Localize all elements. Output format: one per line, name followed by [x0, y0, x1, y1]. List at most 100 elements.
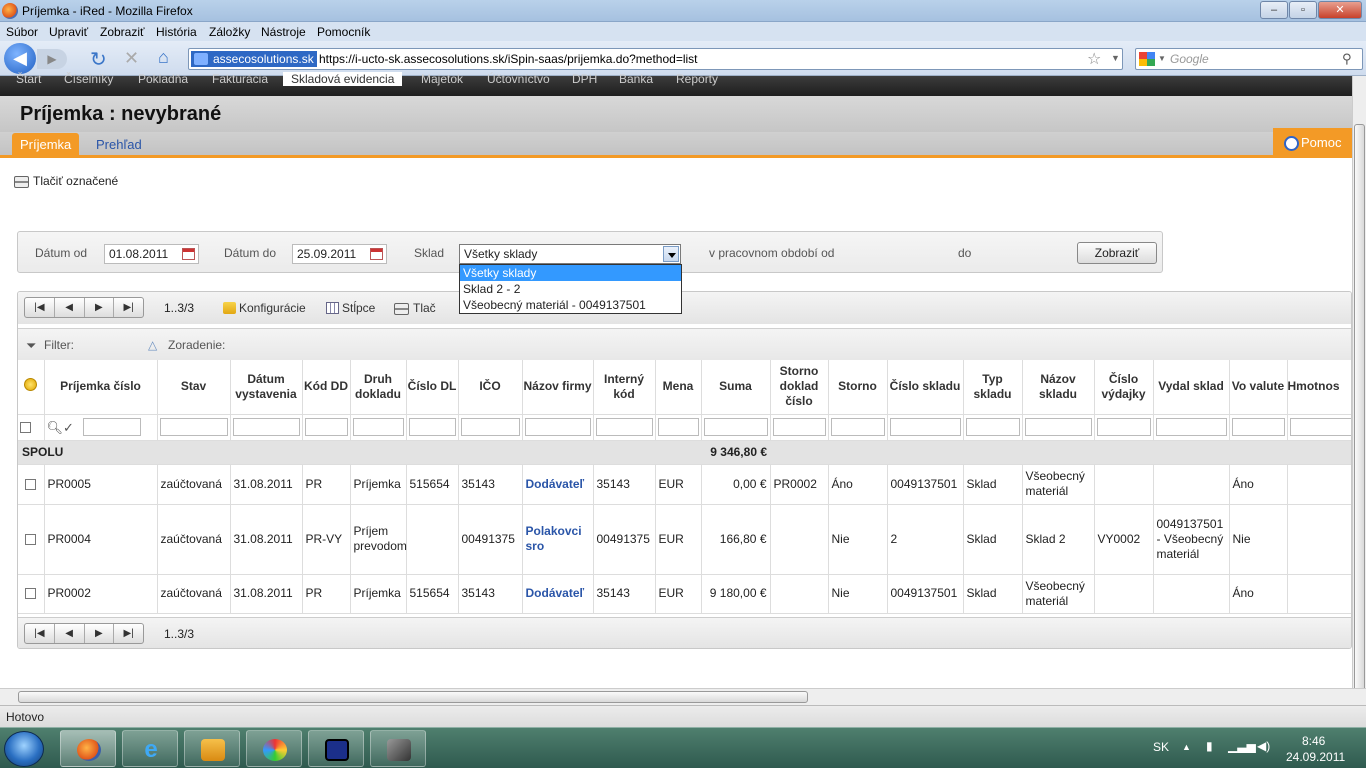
- nav-item-reporty[interactable]: Reporty: [676, 72, 718, 86]
- taskbar-outlook[interactable]: [184, 730, 240, 767]
- nav-item-pokladna[interactable]: Pokladňa: [138, 72, 188, 86]
- filter-input[interactable]: [232, 418, 300, 436]
- configurations-button[interactable]: Konfigurácie: [223, 301, 306, 315]
- url-dropdown-icon[interactable]: ▼: [1111, 53, 1120, 63]
- filter-input[interactable]: [657, 418, 699, 436]
- minimize-button[interactable]: –: [1260, 1, 1288, 19]
- filter-input[interactable]: [1155, 418, 1227, 436]
- menu-bookmarks[interactable]: Záložky: [209, 25, 250, 39]
- col-header-stav[interactable]: Stav: [157, 360, 231, 415]
- warehouse-option[interactable]: Sklad 2 - 2: [460, 281, 681, 297]
- search-icon[interactable]: ⚲: [1342, 51, 1352, 67]
- search-icons[interactable]: 🔍︎✓: [47, 420, 83, 435]
- col-header-storno-doklad[interactable]: Storno doklad číslo: [770, 360, 829, 415]
- search-input[interactable]: Google: [1170, 52, 1209, 66]
- table-row[interactable]: PR0004 zaúčtovaná 31.08.2011 PR-VY Príje…: [18, 504, 1351, 575]
- date-to-field[interactable]: 25.09.2011: [292, 244, 387, 264]
- search-bar[interactable]: ▼ Google ⚲: [1135, 48, 1363, 70]
- col-header-nazov-firmy[interactable]: Názov firmy: [522, 360, 594, 415]
- cell-nazov-firmy-link[interactable]: Polakovci sro: [522, 504, 594, 575]
- home-icon[interactable]: ⌂: [158, 47, 169, 68]
- col-header-kod-dd[interactable]: Kód DD: [302, 360, 351, 415]
- select-all-icon[interactable]: [24, 378, 38, 392]
- filter-input[interactable]: [304, 418, 348, 436]
- filter-input[interactable]: [1096, 418, 1151, 436]
- col-header-cislo-dl[interactable]: Číslo DL: [406, 360, 459, 415]
- company-link[interactable]: Polakovci sro: [526, 524, 582, 553]
- nav-item-ciselniky[interactable]: Číselníky: [64, 72, 113, 86]
- first-page-icon[interactable]: |◀: [25, 298, 55, 317]
- clock-time[interactable]: 8:46: [1302, 734, 1325, 748]
- filter-input[interactable]: [1289, 418, 1351, 436]
- nav-item-dph[interactable]: DPH: [572, 72, 597, 86]
- taskbar-paint[interactable]: [246, 730, 302, 767]
- filter-input[interactable]: [1024, 418, 1092, 436]
- tray-expand-icon[interactable]: ▲: [1182, 742, 1191, 752]
- col-header-cislo-vydajky[interactable]: Číslo výdajky: [1094, 360, 1154, 415]
- filter-input[interactable]: [460, 418, 520, 436]
- clock-date[interactable]: 24.09.2011: [1286, 750, 1345, 764]
- site-identity-badge[interactable]: assecosolutions.sk: [191, 51, 317, 67]
- col-header-vydal-sklad[interactable]: Vydal sklad: [1153, 360, 1230, 415]
- company-link[interactable]: Dodávateľ: [526, 586, 585, 600]
- filter-input[interactable]: [408, 418, 456, 436]
- filter-input[interactable]: [772, 418, 826, 436]
- prev-page-icon[interactable]: ◀: [55, 298, 85, 317]
- taskbar-ie[interactable]: e: [122, 730, 178, 767]
- horizontal-scrollbar[interactable]: [0, 688, 1366, 705]
- first-page-icon[interactable]: |◀: [25, 624, 55, 643]
- nav-item-skladova-evidencia[interactable]: Skladová evidencia: [283, 72, 403, 86]
- cell-nazov-firmy-link[interactable]: Dodávateľ: [522, 574, 594, 614]
- menu-edit[interactable]: Upraviť: [49, 25, 88, 39]
- reload-icon[interactable]: ↻: [90, 47, 107, 72]
- search-engine-dropdown-icon[interactable]: ▼: [1158, 54, 1166, 63]
- filter-input[interactable]: [595, 418, 653, 436]
- print-selected-button[interactable]: Tlačiť označené: [14, 174, 118, 188]
- warehouse-option[interactable]: Všetky sklady: [460, 265, 681, 281]
- sort-triangle-icon[interactable]: △: [148, 338, 157, 352]
- menu-help[interactable]: Pomocník: [317, 25, 370, 39]
- help-button[interactable]: Pomoc: [1273, 128, 1352, 158]
- bookmark-star-icon[interactable]: ☆: [1087, 49, 1101, 69]
- language-indicator[interactable]: SK: [1153, 740, 1169, 754]
- col-header-interny-kod[interactable]: Interný kód: [593, 360, 656, 415]
- select-all-header[interactable]: [18, 360, 45, 415]
- calendar-icon[interactable]: [370, 248, 383, 260]
- col-header-ico[interactable]: IČO: [458, 360, 523, 415]
- filter-input[interactable]: [352, 418, 404, 436]
- menu-history[interactable]: História: [156, 25, 197, 39]
- col-header-druh[interactable]: Druh dokladu: [350, 360, 407, 415]
- filter-input[interactable]: [524, 418, 591, 436]
- maximize-button[interactable]: ▫: [1289, 1, 1317, 19]
- forward-button[interactable]: ▶: [37, 49, 67, 69]
- vertical-scroll-thumb[interactable]: [1354, 124, 1365, 704]
- nav-item-banka[interactable]: Banka: [619, 72, 653, 86]
- grid-print-button[interactable]: Tlač: [394, 301, 436, 315]
- calendar-icon[interactable]: [182, 248, 195, 260]
- next-page-icon[interactable]: ▶: [85, 624, 115, 643]
- close-button[interactable]: ✕: [1318, 1, 1362, 19]
- taskbar-save-app[interactable]: [308, 730, 364, 767]
- taskbar-firefox[interactable]: [60, 730, 116, 767]
- vertical-scrollbar[interactable]: [1352, 76, 1366, 704]
- menu-view[interactable]: Zobraziť: [100, 25, 145, 39]
- filter-input[interactable]: [1231, 418, 1285, 436]
- filter-input[interactable]: [830, 418, 885, 436]
- prev-page-icon[interactable]: ◀: [55, 624, 85, 643]
- nav-item-majetok[interactable]: Majetok: [421, 72, 463, 86]
- last-page-icon[interactable]: ▶|: [114, 624, 143, 643]
- table-row[interactable]: PR0002 zaúčtovaná 31.08.2011 PR Príjemka…: [18, 574, 1351, 614]
- nav-item-uctovnictvo[interactable]: Účtovníctvo: [487, 72, 550, 86]
- next-page-icon[interactable]: ▶: [85, 298, 115, 317]
- row-checkbox[interactable]: [25, 588, 37, 600]
- sort-label[interactable]: Zoradenie:: [168, 338, 225, 352]
- tab-prehlad[interactable]: Prehľad: [88, 133, 150, 158]
- menu-tools[interactable]: Nástroje: [261, 25, 306, 39]
- filter-input[interactable]: [703, 418, 768, 436]
- filter-checkbox[interactable]: [20, 421, 31, 433]
- nav-item-start[interactable]: Štart: [16, 72, 41, 86]
- col-header-nazov-skladu[interactable]: Názov skladu: [1022, 360, 1095, 415]
- show-button[interactable]: Zobraziť: [1077, 242, 1157, 264]
- filter-input[interactable]: [82, 418, 141, 436]
- row-checkbox[interactable]: [25, 478, 37, 490]
